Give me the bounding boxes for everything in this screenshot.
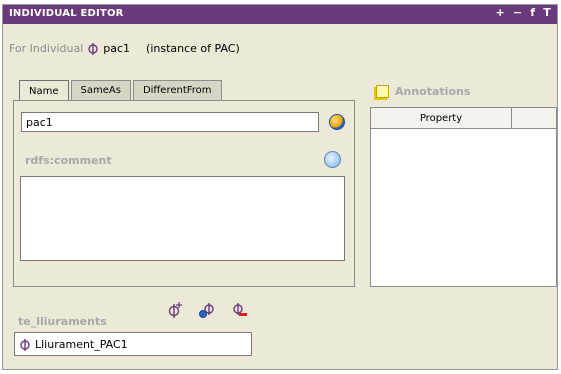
f-control-button[interactable]: f <box>530 6 535 19</box>
create-individual-icon[interactable] <box>166 301 184 319</box>
t-control-button[interactable]: T <box>543 6 551 19</box>
minus-control-button[interactable]: − <box>513 6 522 19</box>
list-item[interactable]: Lliurament_PAC1 <box>19 338 128 351</box>
add-individual-icon[interactable] <box>198 301 216 319</box>
comment-label: rdfs:comment <box>25 154 112 167</box>
window-controls: + − f T <box>495 6 551 19</box>
lliuraments-toolbar <box>166 301 248 319</box>
remove-individual-icon[interactable] <box>230 301 248 319</box>
comment-bubble-icon[interactable] <box>324 151 341 168</box>
tab-differentfrom[interactable]: DifferentFrom <box>132 80 222 100</box>
individual-info: For Individual pac1 (instance of PAC) <box>9 42 240 55</box>
tab-bar: Name SameAs DifferentFrom <box>19 80 222 101</box>
name-field[interactable] <box>21 112 319 132</box>
tab-sameas[interactable]: SameAs <box>70 80 131 100</box>
individual-name: pac1 <box>103 42 131 55</box>
window-title: INDIVIDUAL EDITOR <box>9 8 124 19</box>
note-icon <box>376 85 389 98</box>
name-tab-panel: rdfs:comment <box>13 100 355 287</box>
individual-editor-panel: INDIVIDUAL EDITOR + − f T For Individual… <box>2 4 558 370</box>
column-header-property[interactable]: Property <box>371 108 512 128</box>
title-bar: INDIVIDUAL EDITOR + − f T <box>3 5 557 24</box>
for-individual-label: For Individual <box>9 42 84 55</box>
annotations-table-header: Property <box>371 108 556 129</box>
individual-icon <box>19 338 31 351</box>
instance-of-text: (instance of PAC) <box>146 42 240 55</box>
annotations-label: Annotations <box>395 85 471 98</box>
column-header-value[interactable] <box>512 108 556 128</box>
annotations-table[interactable]: Property <box>370 107 557 287</box>
individual-icon <box>87 42 99 55</box>
list-item-label: Lliurament_PAC1 <box>35 338 128 351</box>
comment-textarea[interactable] <box>20 176 345 261</box>
globe-icon[interactable] <box>329 114 345 130</box>
lliuraments-list[interactable]: Lliurament_PAC1 <box>14 332 252 356</box>
annotations-header: Annotations <box>376 85 470 98</box>
tab-name[interactable]: Name <box>19 80 69 101</box>
add-control-button[interactable]: + <box>495 6 504 19</box>
lliuraments-label: te_lliuraments <box>18 315 107 328</box>
